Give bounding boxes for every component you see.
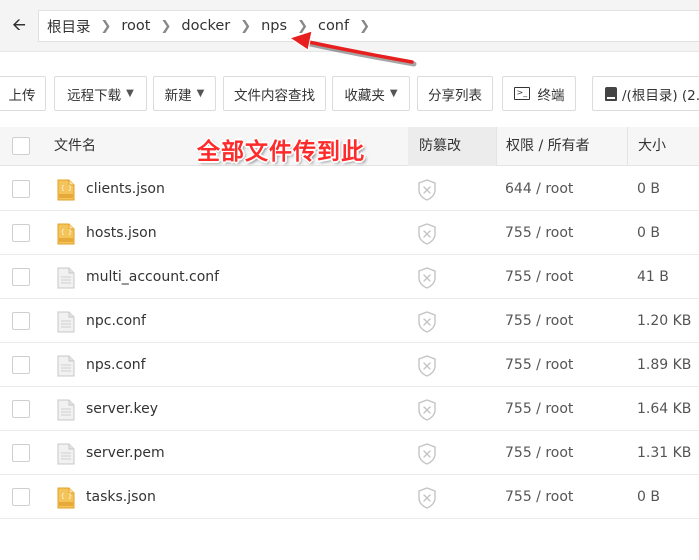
shield-icon[interactable]: [417, 443, 437, 465]
text-file-icon: [57, 267, 75, 289]
remote-download-label: 远程下载: [67, 87, 122, 104]
file-name[interactable]: hosts.json: [86, 211, 157, 255]
file-name[interactable]: server.key: [86, 387, 158, 431]
shield-icon[interactable]: [417, 399, 437, 421]
file-size: 1.31 KB: [637, 445, 692, 461]
column-divider: [627, 127, 628, 166]
shield-icon[interactable]: [417, 267, 437, 289]
share-list-button[interactable]: 分享列表: [417, 76, 493, 111]
upload-button[interactable]: 上传: [0, 76, 46, 111]
file-permission[interactable]: 755 / root: [505, 475, 573, 519]
column-header-name[interactable]: 文件名: [54, 127, 96, 166]
text-file-icon: [57, 311, 75, 333]
column-header-permission[interactable]: 权限 / 所有者: [506, 127, 590, 166]
shield-icon[interactable]: [417, 179, 437, 201]
row-checkbox[interactable]: [12, 400, 30, 418]
new-label: 新建: [164, 87, 192, 104]
text-file-icon: [57, 355, 75, 377]
file-size: 41 B: [637, 269, 669, 285]
row-checkbox[interactable]: [12, 224, 30, 242]
file-size: 0 B: [637, 225, 660, 241]
file-size: 1.20 KB: [637, 313, 692, 329]
row-checkbox[interactable]: [12, 268, 30, 286]
table-row[interactable]: { } tasks.json 755 / root 0 B: [0, 475, 699, 519]
annotation-text: 全部文件传到此: [197, 139, 365, 165]
breadcrumb-item-root[interactable]: root: [121, 18, 150, 34]
annotation-arrow-icon: [288, 30, 417, 67]
table-row[interactable]: server.key 755 / root 1.64 KB: [0, 387, 699, 431]
table-row[interactable]: { } hosts.json 755 / root 0 B: [0, 211, 699, 255]
file-permission[interactable]: 755 / root: [505, 431, 573, 475]
file-permission[interactable]: 755 / root: [505, 255, 573, 299]
content-search-label: 文件内容查找: [234, 87, 315, 104]
breadcrumb-item-docker[interactable]: docker: [181, 18, 230, 34]
remote-download-button[interactable]: 远程下载 ▼: [54, 76, 147, 111]
row-checkbox[interactable]: [12, 488, 30, 506]
shield-icon[interactable]: [417, 355, 437, 377]
favorites-label: 收藏夹: [344, 87, 385, 104]
column-header-size[interactable]: 大小: [638, 127, 666, 166]
file-name[interactable]: clients.json: [86, 167, 165, 211]
content-search-button[interactable]: 文件内容查找: [223, 76, 326, 111]
table-row[interactable]: { } clients.json 644 / root 0 B: [0, 167, 699, 211]
file-permission[interactable]: 755 / root: [505, 211, 573, 255]
row-checkbox[interactable]: [12, 180, 30, 198]
shield-icon[interactable]: [417, 487, 437, 509]
breadcrumb-item-root-dir[interactable]: 根目录: [47, 16, 91, 37]
share-list-label: 分享列表: [428, 87, 482, 104]
table-row[interactable]: server.pem 755 / root 1.31 KB: [0, 431, 699, 475]
file-name[interactable]: npc.conf: [86, 299, 146, 343]
json-file-icon: { }: [57, 487, 75, 509]
text-file-icon: [57, 399, 75, 421]
chevron-down-icon: ▼: [126, 88, 134, 99]
disk-label: /(根目录) (2...: [622, 87, 699, 104]
file-size: 0 B: [637, 181, 660, 197]
terminal-button[interactable]: >_ 终端: [502, 76, 576, 111]
file-name[interactable]: nps.conf: [86, 343, 146, 387]
json-file-icon: { }: [57, 179, 75, 201]
terminal-label: 终端: [537, 87, 565, 104]
file-size: 1.64 KB: [637, 401, 692, 417]
row-checkbox[interactable]: [12, 356, 30, 374]
chevron-right-icon: ❯: [240, 18, 252, 34]
upload-label: 上传: [8, 87, 36, 104]
file-size: 1.89 KB: [637, 357, 692, 373]
shield-icon[interactable]: [417, 311, 437, 333]
file-name[interactable]: tasks.json: [86, 475, 156, 519]
text-file-icon: [57, 443, 75, 465]
svg-text:{ }: { }: [61, 229, 72, 236]
file-permission[interactable]: 755 / root: [505, 343, 573, 387]
select-all-checkbox[interactable]: [12, 137, 30, 155]
chevron-down-icon: ▼: [389, 88, 398, 99]
row-checkbox[interactable]: [12, 312, 30, 330]
file-name[interactable]: server.pem: [86, 431, 165, 475]
terminal-icon: >_: [513, 87, 530, 100]
disk-selector[interactable]: /(根目录) (2...: [592, 76, 699, 111]
file-name[interactable]: multi_account.conf: [86, 255, 219, 299]
chevron-right-icon: ❯: [160, 18, 172, 34]
back-arrow-icon[interactable]: 🡨: [0, 10, 38, 42]
table-row[interactable]: npc.conf 755 / root 1.20 KB: [0, 299, 699, 343]
json-file-icon: { }: [57, 223, 75, 245]
column-divider: [496, 127, 497, 166]
file-permission[interactable]: 755 / root: [505, 299, 573, 343]
file-size: 0 B: [637, 489, 660, 505]
breadcrumb-item-nps[interactable]: nps: [261, 18, 287, 34]
shield-icon[interactable]: [417, 223, 437, 245]
favorites-button[interactable]: 收藏夹 ▼: [332, 76, 410, 111]
chevron-down-icon: ▼: [196, 88, 205, 99]
new-button[interactable]: 新建 ▼: [153, 76, 216, 111]
chevron-right-icon: ❯: [100, 18, 112, 34]
row-checkbox[interactable]: [12, 444, 30, 462]
file-permission[interactable]: 755 / root: [505, 387, 573, 431]
table-row[interactable]: multi_account.conf 755 / root 41 B: [0, 255, 699, 299]
file-permission[interactable]: 644 / root: [505, 167, 573, 211]
svg-text:{ }: { }: [61, 493, 72, 500]
disk-icon: [605, 86, 617, 101]
svg-text:{ }: { }: [61, 185, 72, 192]
column-header-guard[interactable]: 防篡改: [419, 127, 461, 166]
table-row[interactable]: nps.conf 755 / root 1.89 KB: [0, 343, 699, 387]
